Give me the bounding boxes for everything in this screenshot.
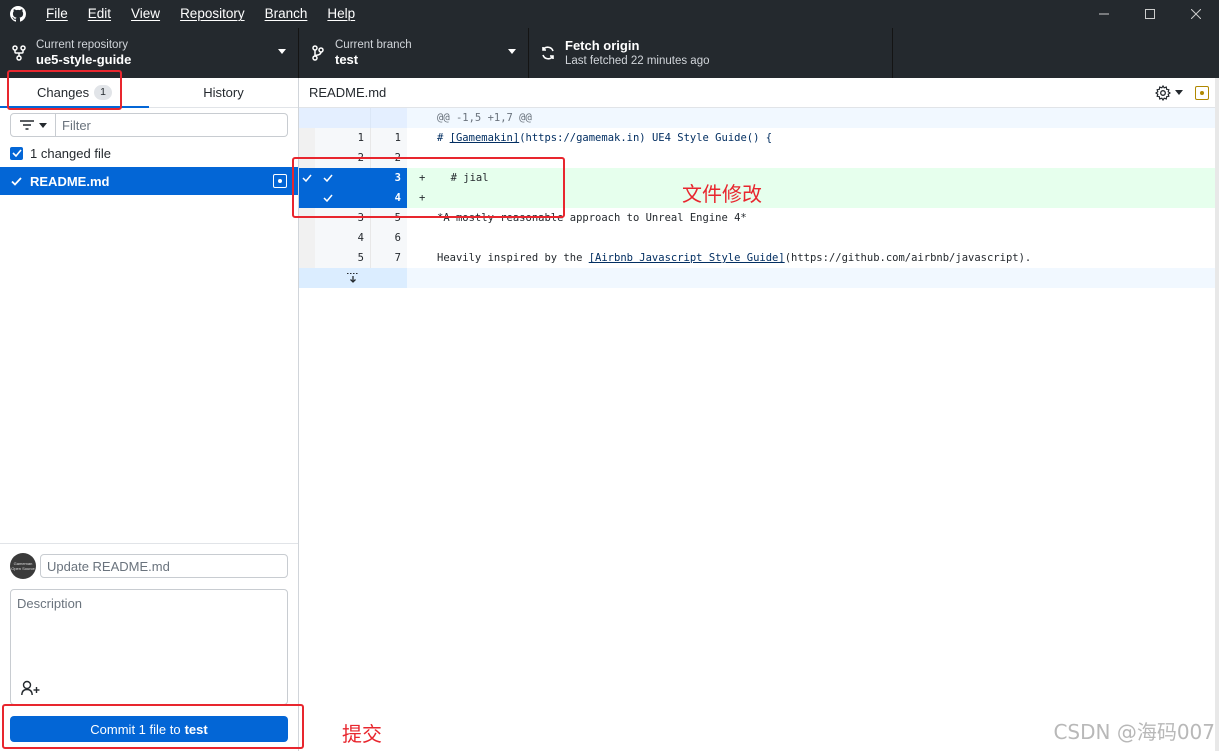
chevron-down-icon [38, 122, 47, 128]
menu-view[interactable]: View [121, 0, 170, 28]
menu-edit[interactable]: Edit [78, 0, 121, 28]
menu-bar: File Edit View Repository Branch Help [36, 0, 365, 28]
file-modified-icon [1195, 85, 1209, 100]
diff-line-code: # [Gamemakin](https://gamemak.in) UE4 St… [437, 132, 773, 144]
gear-icon [1155, 84, 1171, 101]
repo-icon [10, 44, 28, 62]
diff-line: 5 7 Heavily inspired by the [Airbnb Java… [299, 248, 1219, 268]
github-logo-icon [0, 0, 36, 28]
branch-label: Current branch [335, 39, 412, 51]
repository-label: Current repository [36, 39, 129, 51]
annotation-box-commit-button [2, 704, 304, 749]
commit-summary-input[interactable]: Update README.md [40, 554, 288, 578]
tab-history[interactable]: History [149, 78, 298, 107]
new-line-number: 6 [371, 228, 407, 248]
branch-icon [309, 44, 327, 62]
annotation-box-modified-lines [292, 157, 565, 218]
annotation-commit: 提交 [342, 722, 382, 746]
old-line-number: 4 [315, 228, 371, 248]
menu-help[interactable]: Help [317, 0, 365, 28]
annotation-box-changes-tab [7, 70, 122, 110]
expand-hunk-button[interactable] [299, 268, 1219, 288]
watermark: CSDN @海码007 [1053, 720, 1215, 744]
chevron-down-icon [508, 49, 516, 54]
select-all-checkbox[interactable] [10, 146, 23, 160]
old-line-number: 1 [315, 128, 371, 148]
expand-down-icon [299, 268, 407, 288]
window-controls [1081, 0, 1219, 28]
file-checkbox[interactable] [10, 175, 23, 188]
menu-repository[interactable]: Repository [170, 0, 255, 28]
add-coauthor-icon[interactable] [21, 680, 41, 698]
menu-branch[interactable]: Branch [255, 0, 318, 28]
sync-icon [539, 44, 557, 62]
fetch-origin-label: Fetch origin [565, 38, 640, 53]
diff-line: 4 6 [299, 228, 1219, 248]
diff-line-code: Heavily inspired by the [Airbnb Javascri… [437, 252, 1032, 264]
sidebar: Changes 1 History Filter 1 changed file … [0, 78, 299, 751]
title-bar: File Edit View Repository Branch Help [0, 0, 1219, 28]
select-all-row: 1 changed file [0, 142, 298, 164]
new-line-number: 1 [371, 128, 407, 148]
diff-file-name: README.md [309, 85, 387, 100]
last-fetched-status: Last fetched 22 minutes ago [565, 55, 710, 67]
chevron-down-icon [278, 49, 286, 54]
hunk-header-text: @@ -1,5 +1,7 @@ [407, 108, 1219, 128]
diff-header: README.md [299, 78, 1219, 108]
scrollbar[interactable] [1215, 78, 1219, 751]
changed-file-item[interactable]: README.md [0, 167, 298, 195]
check-icon [11, 149, 22, 157]
maximize-button[interactable] [1127, 0, 1173, 28]
menu-file[interactable]: File [36, 0, 78, 28]
old-line-number: 5 [315, 248, 371, 268]
branch-name: test [335, 52, 359, 67]
repository-name: ue5-style-guide [36, 52, 132, 67]
new-line-number: 7 [371, 248, 407, 268]
filter-icon [19, 120, 34, 130]
diff-line: 1 1 # [Gamemakin](https://gamemak.in) UE… [299, 128, 1219, 148]
changed-files-count: 1 changed file [30, 145, 111, 161]
commit-description-input[interactable]: Description [10, 589, 288, 705]
description-placeholder: Description [17, 596, 83, 611]
tab-history-label: History [203, 85, 244, 100]
hunk-header: @@ -1,5 +1,7 @@ [299, 108, 1219, 128]
filter-options-button[interactable] [10, 113, 56, 137]
file-modified-icon [273, 174, 287, 188]
avatar: Gameman Open Source [10, 553, 36, 579]
filter-input[interactable]: Filter [56, 113, 288, 137]
minimize-button[interactable] [1081, 0, 1127, 28]
summary-row: Gameman Open Source Update README.md [10, 553, 288, 579]
annotation-file-modified: 文件修改 [682, 182, 762, 206]
fetch-origin-button[interactable]: Fetch origin Last fetched 22 minutes ago [529, 28, 893, 78]
chevron-down-icon [1175, 90, 1183, 95]
check-icon [11, 176, 22, 186]
diff-line-code [407, 228, 1219, 248]
filter-row: Filter [0, 108, 298, 142]
toolbar: Current repository ue5-style-guide Curre… [0, 28, 1219, 78]
changed-file-name: README.md [30, 173, 110, 189]
close-button[interactable] [1173, 0, 1219, 28]
current-branch-button[interactable]: Current branch test [299, 28, 529, 78]
diff-settings-button[interactable] [1155, 84, 1183, 101]
